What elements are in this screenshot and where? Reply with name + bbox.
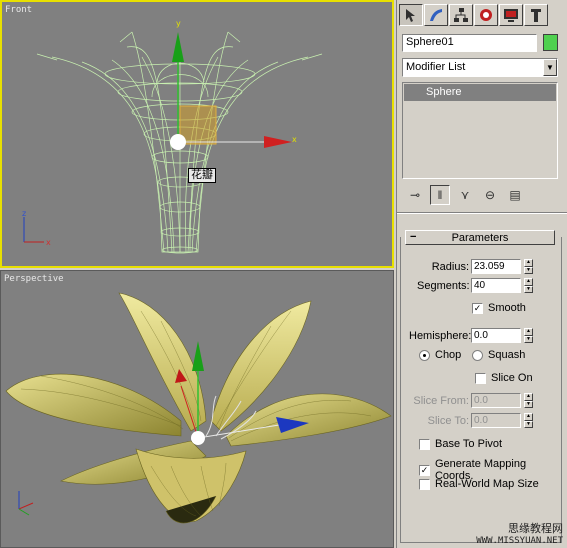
base-to-pivot-row: Base To Pivot bbox=[419, 438, 502, 450]
chop-radio[interactable] bbox=[419, 349, 430, 361]
squash-label: Squash bbox=[488, 349, 526, 361]
real-world-label: Real-World Map Size bbox=[435, 478, 539, 490]
chop-label: Chop bbox=[435, 349, 462, 361]
smooth-label: Smooth bbox=[488, 302, 526, 314]
segments-spinner[interactable]: ▲ ▼ bbox=[524, 278, 533, 293]
segments-row: Segments: 40 ▲ ▼ bbox=[417, 278, 533, 293]
segments-label: Segments: bbox=[417, 279, 470, 292]
real-world-row: Real-World Map Size bbox=[419, 478, 539, 490]
slice-to-label: Slice To: bbox=[427, 414, 469, 427]
end-result-icon: ‖ bbox=[437, 188, 443, 202]
watermark: 思缘教程网 WWW.MISSYUAN.NET bbox=[476, 520, 563, 546]
object-name-tooltip: 花瓣 bbox=[188, 168, 216, 183]
gizmo-y-label: y bbox=[176, 19, 181, 28]
real-world-checkbox[interactable] bbox=[419, 478, 430, 490]
configure-icon: ▤ bbox=[509, 188, 521, 202]
modify-tab[interactable] bbox=[424, 4, 448, 26]
slice-to-row: Slice To: 0.0 ▲ ▼ bbox=[411, 413, 533, 428]
slice-on-checkbox[interactable] bbox=[475, 372, 486, 384]
slice-on-label: Slice On bbox=[491, 372, 533, 384]
base-to-pivot-checkbox[interactable] bbox=[419, 438, 430, 450]
configure-modifier-sets-button[interactable]: ▤ bbox=[505, 185, 525, 205]
remove-modifier-button[interactable]: ⊖ bbox=[480, 185, 500, 205]
stack-toolbar: ⊸ ‖ ⋎ ⊖ ▤ bbox=[405, 185, 525, 205]
radius-input[interactable]: 23.059 bbox=[471, 259, 521, 274]
slice-to-input[interactable]: 0.0 bbox=[471, 413, 521, 428]
base-to-pivot-label: Base To Pivot bbox=[435, 438, 503, 450]
radius-label: Radius: bbox=[431, 260, 469, 273]
gen-mapping-checkbox[interactable]: ✓ bbox=[419, 464, 430, 476]
front-viewport[interactable]: Front y x z x 花瓣 bbox=[0, 0, 394, 268]
axis-z-label: z bbox=[22, 209, 26, 218]
make-unique-icon: ⋎ bbox=[460, 188, 470, 202]
watermark-url: WWW.MISSYUAN.NET bbox=[476, 536, 563, 546]
watermark-title: 思缘教程网 bbox=[508, 523, 563, 535]
squash-radio[interactable] bbox=[472, 349, 483, 361]
slice-to-spinner[interactable]: ▲ ▼ bbox=[524, 413, 533, 428]
slice-on-row: Slice On bbox=[475, 372, 533, 384]
create-icon bbox=[406, 9, 415, 22]
rollout-title: Parameters bbox=[451, 232, 509, 244]
make-unique-button[interactable]: ⋎ bbox=[455, 185, 475, 205]
hierarchy-icon bbox=[454, 8, 468, 22]
slice-from-row: Slice From: 0.0 ▲ ▼ bbox=[411, 393, 533, 408]
modifier-list-label: Modifier List bbox=[406, 61, 466, 73]
motion-icon bbox=[480, 9, 492, 21]
perspective-flower-render bbox=[5, 292, 392, 524]
object-name-field[interactable]: Sphere01 bbox=[402, 34, 537, 52]
smooth-checkbox[interactable]: ✓ bbox=[472, 302, 483, 314]
display-tab[interactable] bbox=[499, 4, 523, 26]
smooth-row: ✓ Smooth bbox=[472, 302, 526, 314]
hemisphere-row: Hemisphere: 0.0 ▲ ▼ bbox=[409, 328, 533, 343]
modify-icon bbox=[430, 9, 442, 21]
motion-tab[interactable] bbox=[474, 4, 498, 26]
parameters-rollout-header[interactable]: − Parameters bbox=[405, 230, 555, 245]
create-tab[interactable] bbox=[399, 4, 423, 26]
slice-from-spinner[interactable]: ▲ ▼ bbox=[524, 393, 533, 408]
hemisphere-label: Hemisphere: bbox=[409, 329, 472, 342]
slice-from-input[interactable]: 0.0 bbox=[471, 393, 521, 408]
perspective-viewport[interactable]: Perspective bbox=[0, 270, 394, 548]
modifier-list-dropdown[interactable]: Modifier List ▼ bbox=[402, 58, 558, 77]
radius-row: Radius: 23.059 ▲ ▼ bbox=[427, 259, 533, 274]
stack-item-sphere[interactable]: Sphere bbox=[404, 84, 556, 101]
hemisphere-input[interactable]: 0.0 bbox=[471, 328, 521, 343]
segments-input[interactable]: 40 bbox=[471, 278, 521, 293]
axis-x-label: x bbox=[46, 238, 51, 247]
radius-spinner[interactable]: ▲ ▼ bbox=[524, 259, 533, 274]
trash-icon: ⊖ bbox=[484, 188, 496, 202]
command-panel-tabs bbox=[399, 4, 548, 26]
utilities-icon bbox=[531, 9, 541, 22]
utilities-tab[interactable] bbox=[524, 4, 548, 26]
gizmo-x-label: x bbox=[292, 135, 297, 144]
chevron-down-icon[interactable]: ▼ bbox=[543, 59, 557, 76]
pin-icon: ⊸ bbox=[409, 188, 421, 202]
display-icon bbox=[504, 9, 518, 22]
hemisphere-spinner[interactable]: ▲ ▼ bbox=[524, 328, 533, 343]
pin-stack-button[interactable]: ⊸ bbox=[405, 185, 425, 205]
divider bbox=[397, 212, 567, 214]
chop-radio-row: Chop bbox=[419, 349, 461, 361]
modifier-stack: Sphere bbox=[402, 82, 558, 179]
object-color-swatch[interactable] bbox=[543, 34, 558, 51]
show-end-result-button[interactable]: ‖ bbox=[430, 185, 450, 205]
front-wireframe: y x z x bbox=[22, 19, 323, 254]
squash-radio-row: Squash bbox=[472, 349, 525, 361]
slice-from-label: Slice From: bbox=[413, 394, 469, 407]
hierarchy-tab[interactable] bbox=[449, 4, 473, 26]
command-panel: Sphere01 Modifier List ▼ Sphere ⊸ ‖ ⋎ ⊖ … bbox=[396, 0, 567, 548]
